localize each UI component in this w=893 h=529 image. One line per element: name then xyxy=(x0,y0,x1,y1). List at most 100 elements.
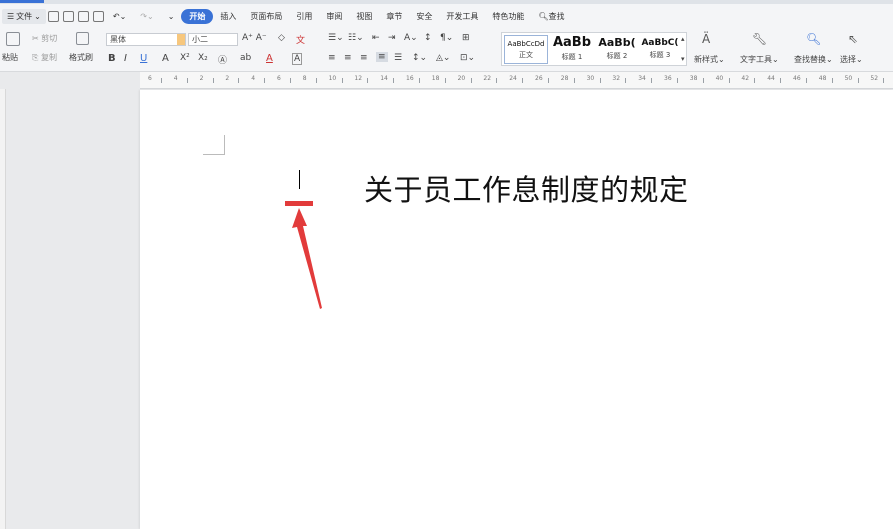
bullet-list-icon[interactable]: ☰⌄ xyxy=(328,33,344,43)
format-painter-icon[interactable] xyxy=(76,32,89,45)
sort-icon[interactable]: ↕ xyxy=(424,33,432,43)
file-menu-label: 文件 xyxy=(16,11,33,21)
style-normal[interactable]: AaBbCcDd 正文 xyxy=(504,35,548,64)
select-button[interactable]: 选择⌄ xyxy=(840,54,863,65)
style-heading-1[interactable]: AaBb 标题 1 xyxy=(550,33,594,62)
ruler-tick xyxy=(444,78,446,83)
tab-page-layout[interactable]: 页面布局 xyxy=(243,11,289,22)
ruler-number: 32 xyxy=(612,75,621,82)
font-name-value: 黑体 xyxy=(110,35,126,44)
find-replace-button[interactable]: 查找替换⌄ xyxy=(794,54,833,65)
decrease-indent-icon[interactable]: ⇤ xyxy=(372,33,380,43)
clear-format-icon[interactable]: ◇ xyxy=(278,33,285,43)
underline-icon[interactable]: U xyxy=(140,53,147,64)
tab-home[interactable]: 开始 xyxy=(181,8,214,24)
ruler-tick xyxy=(393,78,395,83)
search-button[interactable]: 🔍︎查找 xyxy=(531,11,571,22)
font-grow-icon[interactable]: A⁺ A⁻ xyxy=(242,33,267,43)
text-effect-icon[interactable]: Ⓐ xyxy=(218,53,227,66)
paste-icon[interactable] xyxy=(6,32,20,46)
font-size-select[interactable]: 小二 xyxy=(188,33,238,46)
highlight-icon[interactable]: ab xyxy=(240,53,251,63)
text-tools-button[interactable]: 文字工具⌄ xyxy=(740,54,779,65)
show-marks-icon[interactable]: ¶⌄ xyxy=(440,33,453,43)
numbered-list-icon[interactable]: ☷⌄ xyxy=(348,33,364,43)
cut-button[interactable]: ✂ 剪切 xyxy=(32,33,57,44)
tab-view[interactable]: 视图 xyxy=(349,11,379,22)
paste-label[interactable]: 粘贴 xyxy=(2,52,18,63)
line-spacing-icon[interactable]: ↕⌄ xyxy=(412,53,427,63)
style-normal-preview: AaBbCcDd xyxy=(507,40,545,48)
ruler-tick xyxy=(805,78,807,83)
tab-references[interactable]: 引用 xyxy=(289,11,319,22)
paragraph-group: ☰⌄ ☷⌄ ⇤ ⇥ A⌄ ↕ ¶⌄ ⊞ ≡ ≡ ≡ ≡ ☰ ↕⌄ ◬⌄ ⊡⌄ xyxy=(326,30,496,70)
superscript-icon[interactable]: X² xyxy=(180,53,190,63)
ruler-number: 6 xyxy=(148,75,152,82)
format-painter-label[interactable]: 格式刷 xyxy=(69,52,93,63)
copy-button[interactable]: ⎘ 复制 xyxy=(32,52,57,63)
align-right-icon[interactable]: ≡ xyxy=(360,53,368,63)
ruler-tick xyxy=(676,78,678,83)
file-menu[interactable]: ☰ 文件 ⌄ xyxy=(2,8,46,24)
distributed-icon[interactable]: ☰ xyxy=(394,53,402,63)
ruler-tick xyxy=(547,78,549,83)
document-page[interactable]: 关于员工作息制度的规定 xyxy=(140,90,893,529)
ruler-number: 34 xyxy=(638,75,646,82)
justify-icon[interactable]: ≡ xyxy=(376,52,388,62)
table-icon[interactable]: ⊞ xyxy=(462,33,470,43)
select-cursor-icon[interactable]: ⇖ xyxy=(848,32,858,46)
subscript-icon[interactable]: X₂ xyxy=(198,53,208,63)
tab-security[interactable]: 安全 xyxy=(409,11,439,22)
horizontal-ruler[interactable]: 6 4 2 2 4 6 8 10 12 14 16 18 20 22 24 26 28 30 32 34 36 38 40 4… xyxy=(140,72,893,89)
phonetic-icon[interactable]: 文 xyxy=(296,33,305,46)
new-style-button[interactable]: 新样式⌄ xyxy=(694,54,725,65)
ruler-number: 2 xyxy=(199,75,204,82)
ruler-number: 2 xyxy=(225,75,230,82)
document-title[interactable]: 关于员工作息制度的规定 xyxy=(364,167,689,209)
copy-label: 复制 xyxy=(40,53,57,62)
chinese-layout-icon[interactable]: A⌄ xyxy=(404,33,418,43)
font-name-dropdown-icon xyxy=(177,34,185,45)
vertical-ruler[interactable] xyxy=(0,89,6,529)
char-border-icon[interactable]: A xyxy=(292,53,303,65)
tab-chapter[interactable]: 章节 xyxy=(379,11,409,22)
increase-indent-icon[interactable]: ⇥ xyxy=(388,33,396,43)
font-color-icon[interactable]: A xyxy=(266,53,273,64)
font-name-select[interactable]: 黑体 xyxy=(106,33,186,46)
align-left-icon[interactable]: ≡ xyxy=(328,53,336,63)
style-heading-2[interactable]: AaBb( 标题 2 xyxy=(595,33,639,61)
wrench-icon[interactable]: 🔧︎ xyxy=(752,32,767,46)
print-icon[interactable] xyxy=(77,10,89,22)
align-center-icon[interactable]: ≡ xyxy=(344,53,352,63)
tab-features[interactable]: 特色功能 xyxy=(485,11,531,22)
tab-developer[interactable]: 开发工具 xyxy=(439,11,485,22)
new-style-icon[interactable]: Ä xyxy=(702,32,710,46)
tab-insert[interactable]: 插入 xyxy=(213,11,243,22)
cut-label: 剪切 xyxy=(41,34,58,43)
ruler-tick xyxy=(651,78,653,83)
italic-icon[interactable]: I xyxy=(124,53,127,64)
redo-icon[interactable]: ↷⌄ xyxy=(133,12,160,21)
ruler-number: 40 xyxy=(715,75,724,82)
save-icon[interactable] xyxy=(47,10,59,22)
style-scroll-up-icon[interactable]: ▴ xyxy=(681,35,685,43)
ruler-number: 46 xyxy=(793,75,801,82)
strikethrough-icon[interactable]: A xyxy=(162,53,169,64)
print-preview-icon[interactable] xyxy=(92,10,104,22)
shading-icon[interactable]: ◬⌄ xyxy=(436,53,450,63)
border-icon[interactable]: ⊡⌄ xyxy=(460,53,475,63)
clipboard-group: 粘贴 ✂ 剪切 ⎘ 复制 格式刷 xyxy=(2,30,98,70)
ruler-tick xyxy=(315,78,317,83)
undo-icon[interactable]: ↶⌄ xyxy=(106,12,133,21)
export-icon[interactable] xyxy=(62,10,74,22)
customize-icon[interactable]: ⌄ xyxy=(161,12,182,21)
style-heading-3[interactable]: AaBbC( 标题 3 xyxy=(640,33,680,60)
find-replace-label: 查找替换 xyxy=(794,55,826,64)
tab-review[interactable]: 审阅 xyxy=(319,11,349,22)
style-heading-2-name: 标题 2 xyxy=(606,52,628,60)
bold-icon[interactable]: B xyxy=(108,53,116,64)
ruler-tick xyxy=(728,78,730,83)
find-replace-icon[interactable]: 🔍︎ xyxy=(806,32,821,46)
ruler-number: 16 xyxy=(406,75,414,82)
style-scroll-down-icon[interactable]: ▾ xyxy=(681,55,685,63)
